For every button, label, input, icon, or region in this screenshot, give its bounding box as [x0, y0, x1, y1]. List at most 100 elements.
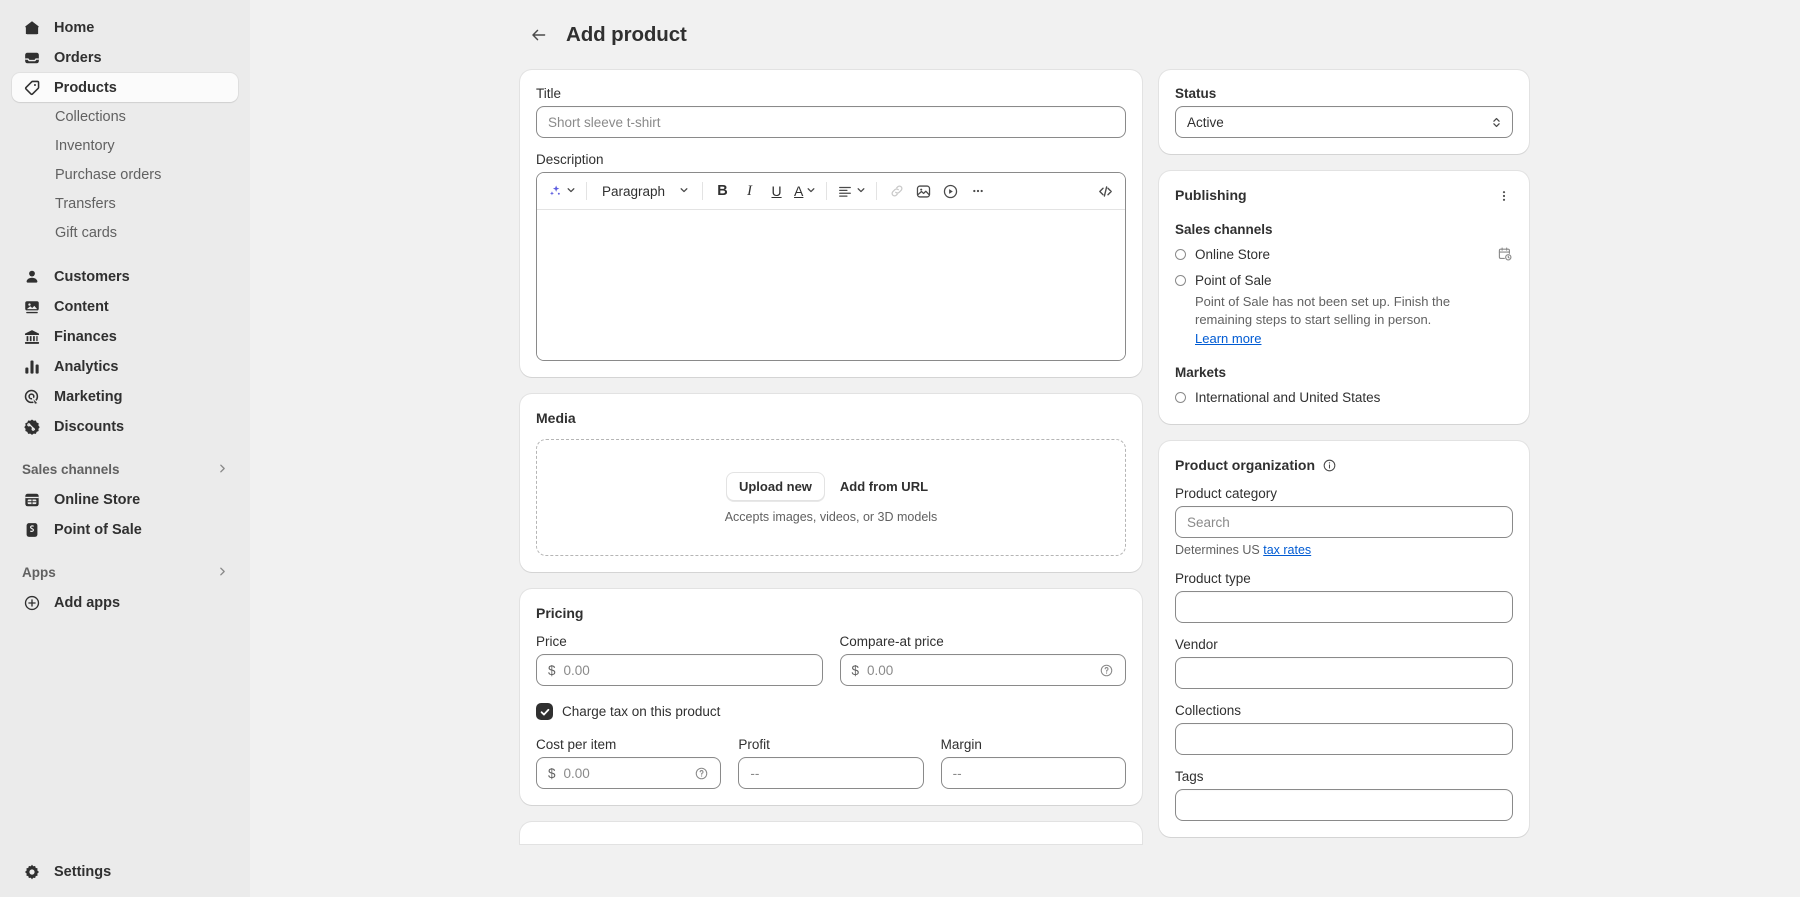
sidebar-item-content[interactable]: Content — [12, 292, 238, 321]
sidebar-item-products[interactable]: Products — [12, 73, 238, 102]
determines-tax-rates-text: Determines US tax rates — [1175, 543, 1513, 557]
sidebar-item-discounts[interactable]: Discounts — [12, 412, 238, 441]
collections-input[interactable] — [1175, 723, 1513, 755]
profit-field: Profit -- — [738, 737, 923, 789]
price-input[interactable]: $ 0.00 — [536, 654, 823, 686]
add-from-url-button[interactable]: Add from URL — [832, 472, 936, 501]
bold-button[interactable]: B — [709, 178, 736, 205]
insert-image-button[interactable] — [910, 178, 937, 205]
paragraph-style-dropdown[interactable]: Paragraph — [593, 178, 696, 205]
sidebar-item-finances[interactable]: Finances — [12, 322, 238, 351]
sidebar-item-home[interactable]: Home — [12, 13, 238, 42]
compare-at-price-label: Compare-at price — [840, 634, 1127, 649]
vendor-label: Vendor — [1175, 637, 1513, 652]
media-card-title: Media — [536, 410, 1126, 426]
compare-at-price-input[interactable]: $ 0.00 — [840, 654, 1127, 686]
market-international-united-states[interactable]: International and United States — [1175, 386, 1513, 408]
sidebar-item-orders[interactable]: Orders — [12, 43, 238, 72]
chevron-down-icon — [679, 185, 689, 198]
text-align-button[interactable] — [833, 178, 870, 205]
product-category-search-input[interactable]: Search — [1175, 506, 1513, 538]
description-editor-body[interactable] — [537, 210, 1125, 360]
nav-spacer — [0, 442, 250, 455]
video-play-icon — [942, 183, 959, 200]
sidebar-item-point-of-sale[interactable]: Point of Sale — [12, 515, 238, 544]
help-circle-icon[interactable] — [694, 766, 709, 781]
product-type-field: Product type — [1175, 571, 1513, 623]
toolbar-divider — [702, 182, 703, 200]
app-root: Home Orders Products Collections Invento… — [0, 0, 1800, 897]
sidebar-subitem-collections[interactable]: Collections — [12, 103, 238, 131]
product-category-field: Product category Search Determines US ta… — [1175, 486, 1513, 557]
cost-placeholder: 0.00 — [564, 766, 590, 781]
help-circle-icon[interactable] — [1099, 663, 1114, 678]
sales-channel-online-store[interactable]: Online Store — [1175, 243, 1513, 265]
learn-more-link[interactable]: Learn more — [1195, 331, 1261, 346]
publishing-more-menu-button[interactable] — [1491, 183, 1517, 209]
editor-toolbar: Paragraph B I U A — [537, 173, 1125, 210]
tax-rates-link[interactable]: tax rates — [1263, 543, 1311, 557]
sidebar-item-settings[interactable]: Settings — [12, 857, 238, 886]
vendor-input[interactable] — [1175, 657, 1513, 689]
italic-button[interactable]: I — [736, 178, 763, 205]
title-description-card: Title Short sleeve t-shirt Description — [520, 70, 1142, 377]
margin-display: -- — [953, 766, 962, 781]
vertical-ellipsis-icon — [1496, 188, 1512, 204]
sidebar-subitem-transfers[interactable]: Transfers — [12, 190, 238, 218]
sidebar-item-marketing[interactable]: Marketing — [12, 382, 238, 411]
back-button[interactable] — [526, 23, 551, 48]
sidebar-item-analytics[interactable]: Analytics — [12, 352, 238, 381]
sidebar-item-label: Home — [54, 20, 94, 36]
text-color-button[interactable]: A — [790, 178, 820, 205]
sidebar-section-label: Apps — [22, 565, 56, 580]
code-view-button[interactable] — [1092, 178, 1119, 205]
radio-unselected-icon[interactable] — [1175, 275, 1186, 286]
sidebar-item-add-apps[interactable]: Add apps — [12, 588, 238, 617]
charge-tax-checkbox-row[interactable]: Charge tax on this product — [536, 703, 1126, 720]
sidebar-section-apps[interactable]: Apps — [12, 558, 238, 587]
radio-unselected-icon[interactable] — [1175, 392, 1186, 403]
more-options-button[interactable] — [964, 178, 991, 205]
schedule-calendar-clock-icon[interactable] — [1497, 246, 1513, 262]
cost-per-item-input[interactable]: $ 0.00 — [536, 757, 721, 789]
product-type-input[interactable] — [1175, 591, 1513, 623]
main-content-area: Add product Title Short sleeve t-shirt D… — [250, 0, 1800, 897]
status-selected-value: Active — [1187, 115, 1224, 130]
media-hint: Accepts images, videos, or 3D models — [725, 510, 938, 524]
charge-tax-checkbox[interactable] — [536, 703, 553, 720]
product-type-label: Product type — [1175, 571, 1513, 586]
sidebar-subitem-purchase-orders[interactable]: Purchase orders — [12, 161, 238, 189]
sales-channel-point-of-sale[interactable]: Point of Sale — [1175, 269, 1513, 291]
ai-sparkle-button[interactable] — [543, 178, 580, 205]
sidebar-section-sales-channels[interactable]: Sales channels — [12, 455, 238, 484]
channel-label: Online Store — [1195, 247, 1270, 262]
sidebar-subitem-inventory[interactable]: Inventory — [12, 132, 238, 160]
sidebar-item-label: Point of Sale — [54, 522, 142, 538]
channel-label: Point of Sale — [1195, 273, 1272, 288]
sidebar-item-online-store[interactable]: Online Store — [12, 485, 238, 514]
sidebar-subitem-label: Inventory — [55, 138, 115, 154]
profit-label: Profit — [738, 737, 923, 752]
content-image-icon — [22, 297, 41, 316]
info-circle-icon[interactable] — [1322, 458, 1337, 473]
sidebar-subitem-gift-cards[interactable]: Gift cards — [12, 219, 238, 247]
sidebar-item-label: Products — [54, 80, 117, 96]
sidebar-subitem-label: Collections — [55, 109, 126, 125]
insert-video-button[interactable] — [937, 178, 964, 205]
image-icon — [915, 183, 932, 200]
tags-input[interactable] — [1175, 789, 1513, 821]
upload-new-button[interactable]: Upload new — [726, 472, 825, 501]
sidebar-item-customers[interactable]: Customers — [12, 262, 238, 291]
underline-button[interactable]: U — [763, 178, 790, 205]
radio-unselected-icon[interactable] — [1175, 249, 1186, 260]
media-dropzone[interactable]: Upload new Add from URL Accepts images, … — [536, 439, 1126, 556]
status-select[interactable]: Active — [1175, 106, 1513, 138]
price-currency-symbol: $ — [548, 663, 556, 678]
title-input[interactable]: Short sleeve t-shirt — [536, 106, 1126, 138]
arrow-left-icon — [530, 26, 548, 44]
sparkle-icon — [547, 183, 563, 199]
markets-label: Markets — [1175, 365, 1513, 380]
page-header: Add product — [520, 14, 1530, 56]
point-of-sale-icon — [22, 520, 41, 539]
insert-link-button[interactable] — [883, 178, 910, 205]
